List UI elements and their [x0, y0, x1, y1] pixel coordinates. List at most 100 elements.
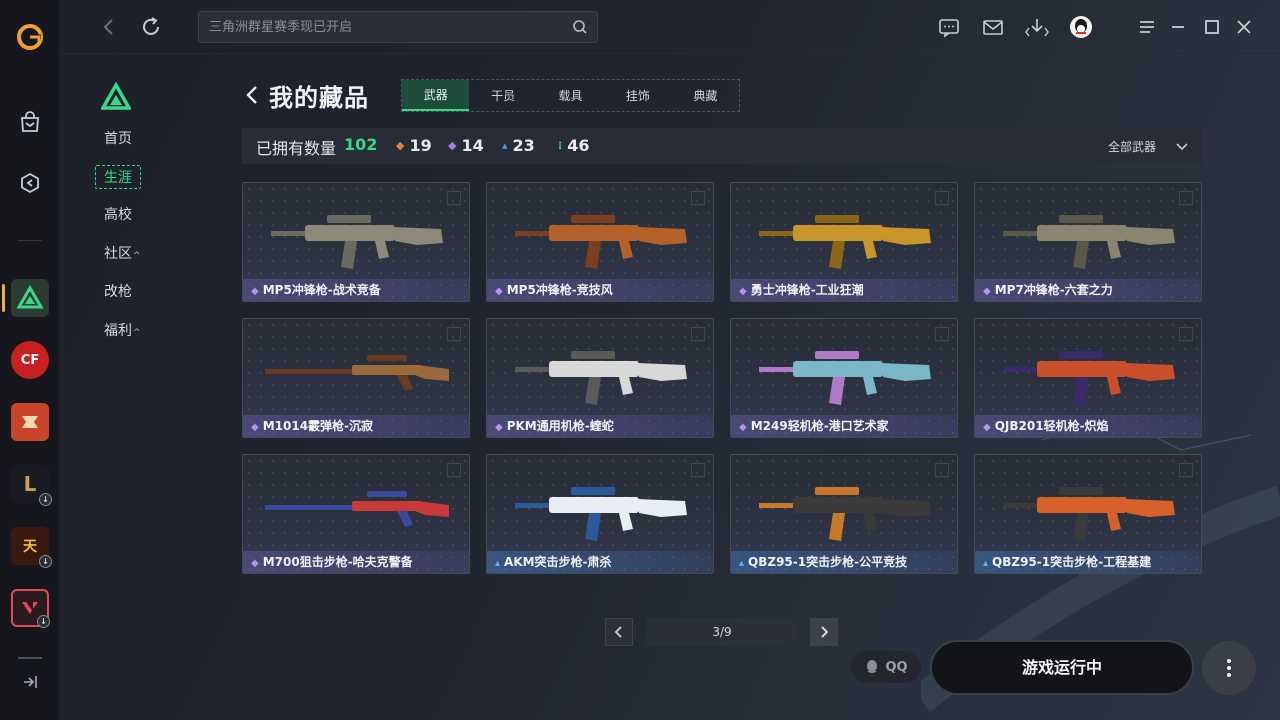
collapse-rail-icon[interactable] — [10, 662, 50, 702]
next-page-button[interactable] — [810, 618, 838, 646]
weapon-silhouette-part — [571, 487, 615, 495]
weapon-silhouette-part — [305, 225, 395, 241]
weapon-name: QBZ95-1突击步枪-工程基建 — [992, 555, 1152, 569]
more-options-button[interactable] — [1202, 641, 1256, 695]
weapon-card-footer: ◆ MP5冲锋枪-竞技风 — [487, 279, 713, 301]
subnav-item-gunsmith[interactable]: 改枪 — [95, 280, 141, 304]
weapon-silhouette-part — [637, 499, 687, 517]
subnav-item-home[interactable]: 首页 — [95, 127, 141, 151]
tab-operators[interactable]: 干员 — [469, 80, 536, 111]
subnav-item-university[interactable]: 高校 — [95, 203, 141, 227]
back-arrow-icon[interactable] — [241, 83, 265, 107]
weapon-silhouette-part — [793, 497, 883, 513]
qq-avatar-icon[interactable] — [1069, 15, 1093, 39]
chevron-right-icon — [821, 626, 829, 638]
weapon-card[interactable]: ◆ QJB201轻机枪-炽焰 — [974, 318, 1202, 438]
weapon-silhouette-part — [549, 361, 639, 377]
weapon-card[interactable]: ◆ M1014霰弹枪-沉寂 — [242, 318, 470, 438]
qq-login-chip[interactable]: QQ — [851, 651, 921, 683]
weapon-card[interactable]: ◆ MP7冲锋枪-六套之力 — [974, 182, 1202, 302]
download-badge-icon: ↓ — [37, 615, 50, 628]
weapon-silhouette-part — [1073, 377, 1089, 405]
weapon-card[interactable]: ▴ AKM突击步枪-肃杀 — [486, 454, 714, 574]
valorant-game-icon[interactable]: ↓ — [11, 589, 50, 628]
subnav-label: 福利 — [104, 323, 132, 339]
weapon-silhouette-part — [1107, 377, 1121, 395]
green-dots-icon: ⁝ — [558, 139, 563, 152]
weapon-card[interactable]: ◆ PKM通用机枪-蝰蛇 — [486, 318, 714, 438]
menu-icon[interactable] — [1135, 15, 1159, 39]
blue-rarity-icon: ▴ — [983, 558, 989, 569]
weapon-silhouette-part — [637, 363, 687, 381]
rust-game-icon[interactable] — [11, 403, 49, 441]
weapon-silhouette-part — [415, 365, 449, 381]
weapon-card[interactable]: ▴ QBZ95-1突击步枪-公平竞技 — [730, 454, 958, 574]
crossfire-game-icon[interactable]: CF — [11, 341, 49, 379]
weapon-silhouette-part — [327, 215, 371, 223]
subnav-item-career[interactable]: 生涯 — [95, 165, 141, 189]
download-manager-icon[interactable] — [1025, 15, 1049, 39]
top-bar — [61, 0, 1280, 54]
weapon-silhouette-part — [793, 225, 883, 241]
store-bag-icon[interactable] — [10, 102, 50, 142]
chat-bubble-icon[interactable] — [937, 15, 961, 39]
weapon-name: MP5冲锋枪-竞技风 — [506, 283, 613, 297]
weapon-image — [759, 487, 931, 541]
owned-total: 102 — [344, 135, 378, 154]
weapon-card[interactable]: ◆ M700狙击步枪-哈夫克警备 — [242, 454, 470, 574]
weapon-silhouette-part — [415, 501, 449, 517]
weapon-filter-select[interactable]: 全部武器 — [1108, 138, 1156, 155]
weapon-silhouette-part — [352, 365, 422, 375]
games-hex-icon[interactable] — [10, 163, 50, 203]
purple-rarity-icon: ◆ — [983, 286, 991, 297]
stat-value: 14 — [461, 136, 484, 155]
subnav-item-community[interactable]: 社区^ — [95, 242, 150, 266]
weapon-silhouette-part — [637, 227, 687, 245]
weapon-silhouette-part — [619, 513, 633, 531]
weapon-card-footer: ◆ MP7冲锋枪-六套之力 — [975, 279, 1201, 301]
game-running-button[interactable]: 游戏运行中 — [930, 640, 1194, 695]
weapon-card[interactable]: ◆ MP5冲锋枪-战术竞备 — [242, 182, 470, 302]
weapon-card-footer: ◆ M700狙击步枪-哈夫克警备 — [243, 551, 469, 573]
nav-back-icon[interactable] — [97, 15, 121, 39]
rail-divider — [18, 240, 42, 241]
weapon-card[interactable]: ▴ QBZ95-1突击步枪-工程基建 — [974, 454, 1202, 574]
tab-charms[interactable]: 挂饰 — [604, 80, 671, 111]
maximize-icon[interactable] — [1200, 15, 1224, 39]
tianya-game-icon[interactable]: 天 ↓ — [11, 527, 52, 568]
close-icon[interactable] — [1232, 15, 1256, 39]
tab-vehicles[interactable]: 载具 — [537, 80, 604, 111]
weapon-silhouette-part — [585, 513, 601, 541]
weapon-card-footer: ◆ M249轻机枪-港口艺术家 — [731, 415, 957, 437]
chevron-down-icon[interactable] — [1174, 138, 1190, 154]
search-input[interactable] — [209, 12, 559, 42]
weapon-silhouette-part — [1059, 215, 1103, 223]
weapon-card[interactable]: ◆ M249轻机枪-港口艺术家 — [730, 318, 958, 438]
page-title: 我的藏品 — [269, 84, 369, 112]
weapon-image — [1003, 487, 1175, 541]
active-game-indicator — [2, 284, 5, 312]
weapon-silhouette-part — [549, 497, 639, 513]
app-logo-icon[interactable] — [15, 22, 45, 52]
weapon-silhouette-part — [1037, 361, 1127, 377]
minimize-icon[interactable] — [1166, 15, 1190, 39]
weapon-silhouette-part — [571, 215, 615, 223]
league-game-icon[interactable]: L ↓ — [11, 465, 52, 506]
subnav-item-welfare[interactable]: 福利^ — [95, 319, 150, 343]
weapon-image — [1003, 215, 1175, 269]
purple-rarity-icon: ◆ — [251, 422, 259, 433]
weapon-silhouette-part — [375, 241, 389, 259]
tab-collection[interactable]: 典藏 — [672, 80, 739, 111]
delta-force-logo-icon — [101, 82, 131, 110]
weapon-card[interactable]: ◆ 勇士冲锋枪-工业狂潮 — [730, 182, 958, 302]
prev-page-button[interactable] — [605, 618, 633, 646]
weapon-card[interactable]: ◆ MP5冲锋枪-竞技风 — [486, 182, 714, 302]
weapon-silhouette-part — [1073, 241, 1089, 269]
search-icon[interactable] — [572, 19, 588, 35]
weapon-silhouette-part — [549, 225, 639, 241]
tab-weapons[interactable]: 武器 — [402, 80, 470, 111]
mail-icon[interactable] — [981, 15, 1005, 39]
delta-force-game-icon[interactable] — [11, 279, 49, 317]
refresh-icon[interactable] — [139, 15, 163, 39]
weapon-silhouette-part — [815, 215, 859, 223]
